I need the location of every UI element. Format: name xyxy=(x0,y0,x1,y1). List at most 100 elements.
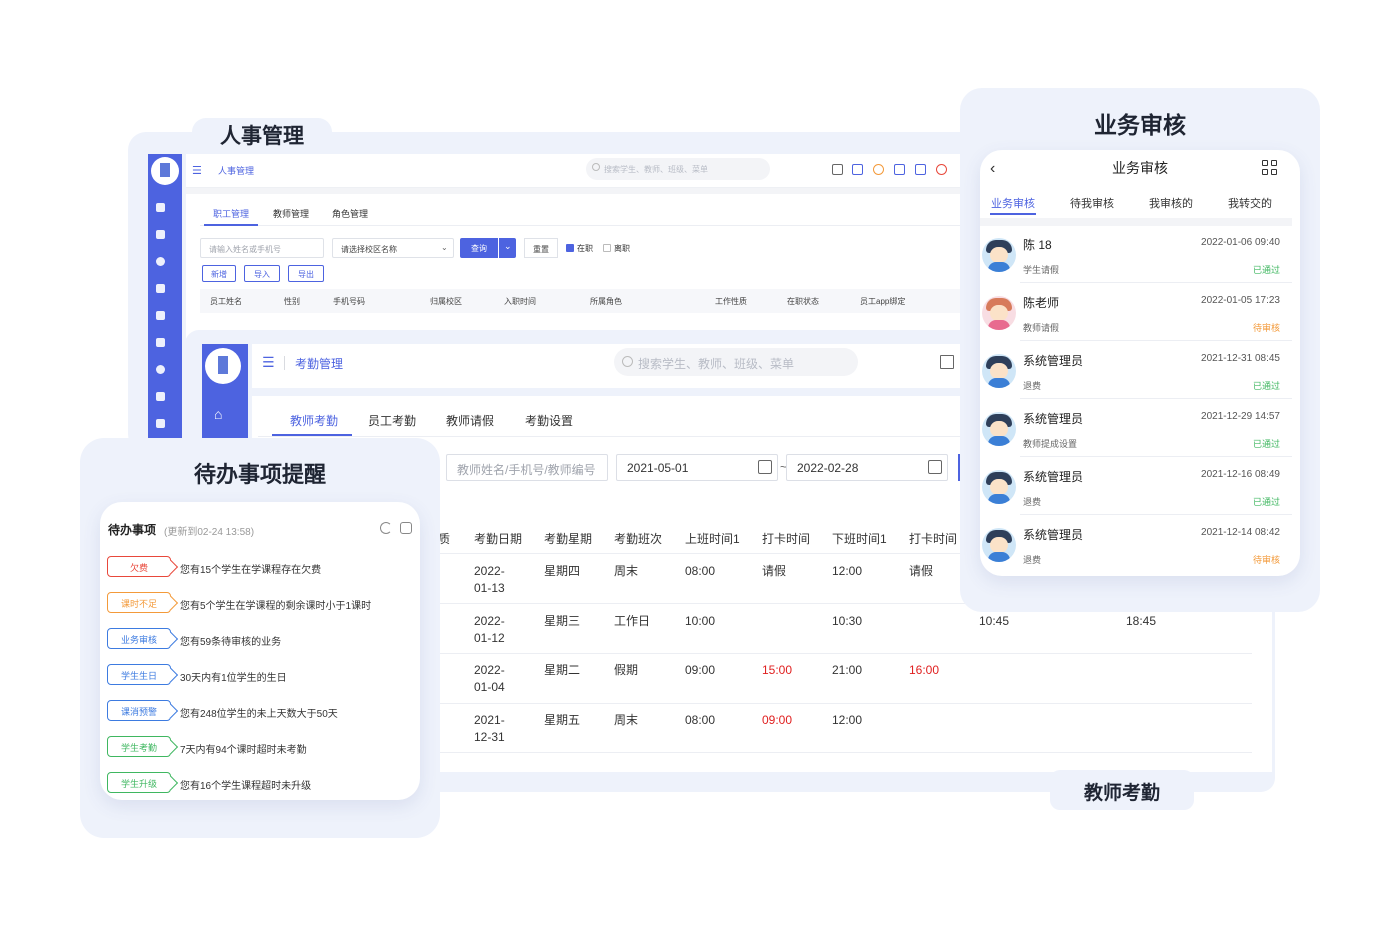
grid-menu-icon[interactable] xyxy=(1271,169,1277,175)
employed-checkbox[interactable] xyxy=(566,244,574,252)
clock-icon[interactable] xyxy=(156,257,165,266)
chart-icon[interactable] xyxy=(156,365,165,374)
end-date-input[interactable]: 2022-02-28 xyxy=(786,454,948,481)
campus-select[interactable]: 请选择校区名称 xyxy=(332,238,454,258)
menu-toggle-icon[interactable]: ☰ xyxy=(262,354,275,371)
todo-tag[interactable]: 业务审核 xyxy=(107,628,171,649)
message-icon[interactable] xyxy=(915,164,926,175)
table-cell: 工作日 xyxy=(614,614,651,628)
start-date-input[interactable]: 2021-05-01 xyxy=(616,454,778,481)
fullscreen-icon[interactable] xyxy=(940,355,954,369)
todo-tag[interactable]: 学生生日 xyxy=(107,664,171,685)
settings-icon[interactable] xyxy=(156,419,165,428)
refresh-icon[interactable] xyxy=(380,522,392,534)
todo-tag[interactable]: 学生升级 xyxy=(107,772,171,793)
todo-item-text[interactable]: 30天内有1位学生的生日 xyxy=(180,669,287,684)
hr-search-input[interactable]: 搜索学生、教师、班级、菜单 xyxy=(586,158,770,180)
todo-item-text[interactable]: 您有16个学生课程超时未升级 xyxy=(180,777,311,792)
tab-teacher-leave[interactable]: 教师请假 xyxy=(446,412,494,429)
tab-pending-my-audit[interactable]: 待我审核 xyxy=(1070,195,1114,211)
todo-tag[interactable]: 课消预警 xyxy=(107,700,171,721)
add-button[interactable]: 新增 xyxy=(202,265,236,282)
calendar-icon[interactable] xyxy=(928,460,942,474)
todo-item-text[interactable]: 7天内有94个课时超时未考勤 xyxy=(180,741,307,756)
tab-business-audit[interactable]: 业务审核 xyxy=(991,195,1035,211)
table-row-line xyxy=(432,703,1252,704)
todo-item-text[interactable]: 您有248位学生的未上天数大于50天 xyxy=(180,705,338,720)
table-row-line xyxy=(432,653,1252,654)
import-button[interactable]: 导入 xyxy=(244,265,280,282)
boy-avatar xyxy=(982,412,1016,446)
table-cell: 周末 xyxy=(614,713,639,727)
query-dropdown-button[interactable]: ⌄ xyxy=(499,238,516,258)
users-icon[interactable] xyxy=(156,230,165,239)
audit-divider xyxy=(980,218,1292,226)
tab-teacher-attendance[interactable]: 教师考勤 xyxy=(290,412,338,429)
tab-attendance-settings[interactable]: 考勤设置 xyxy=(525,412,573,429)
menu-toggle-icon[interactable]: ☰ xyxy=(192,164,202,177)
audit-applicant-name[interactable]: 系统管理员 xyxy=(1023,468,1083,485)
audit-business-type: 退费 xyxy=(1023,497,1042,507)
audit-business-type: 退费 xyxy=(1023,381,1042,391)
attendance-active-tab-indicator xyxy=(272,434,352,436)
home-icon[interactable]: ⌂ xyxy=(214,406,222,422)
attendance-search-input[interactable]: 搜索学生、教师、班级、菜单 xyxy=(614,348,858,376)
fullscreen-icon[interactable] xyxy=(832,164,843,175)
todo-tag[interactable]: 课时不足 xyxy=(107,592,171,613)
clipboard-icon[interactable] xyxy=(156,284,165,293)
qrcode-icon[interactable] xyxy=(894,164,905,175)
calendar-icon[interactable] xyxy=(758,460,772,474)
table-cell: 2022- 01-12 xyxy=(474,613,505,647)
book-icon[interactable] xyxy=(156,338,165,347)
grid-menu-icon[interactable] xyxy=(1262,169,1268,175)
todo-section-title: 待办事项提醒 xyxy=(193,462,326,487)
tab-audited-by-me[interactable]: 我审核的 xyxy=(1149,195,1193,211)
tab-staff[interactable]: 职工管理 xyxy=(213,207,249,220)
lock-icon[interactable] xyxy=(852,164,863,175)
reset-button[interactable]: 重置 xyxy=(524,238,558,258)
chevron-down-icon: ⌄ xyxy=(504,241,512,251)
audit-applicant-name[interactable]: 陈老师 xyxy=(1023,294,1059,311)
tab-staff-attendance[interactable]: 员工考勤 xyxy=(368,412,416,429)
table-cell: 10:45 xyxy=(979,614,1010,628)
table-cell: 12:00 xyxy=(832,564,863,578)
todo-item-text[interactable]: 您有15个学生在学课程存在欠费 xyxy=(180,561,321,576)
audit-business-type: 教师请假 xyxy=(1023,323,1060,333)
column-header: 打卡时间 xyxy=(909,532,958,546)
todo-tag[interactable]: 欠费 xyxy=(107,556,171,577)
todo-tag[interactable]: 学生考勤 xyxy=(107,736,171,757)
table-cell: 假期 xyxy=(614,663,639,677)
hr-active-tab-indicator xyxy=(204,224,258,226)
column-header: 入职时间 xyxy=(504,297,536,306)
todo-item-text[interactable]: 您有59条待审核的业务 xyxy=(180,633,281,648)
column-header: 在职状态 xyxy=(787,297,819,306)
grid-menu-icon[interactable] xyxy=(1271,160,1277,166)
home-icon[interactable] xyxy=(156,203,165,212)
query-button[interactable]: 查询 xyxy=(460,238,498,258)
left-checkbox[interactable] xyxy=(603,244,611,252)
audit-applicant-name[interactable]: 系统管理员 xyxy=(1023,352,1083,369)
list-divider xyxy=(1020,456,1292,457)
tab-transferred-by-me[interactable]: 我转交的 xyxy=(1228,195,1272,211)
calendar-icon[interactable] xyxy=(156,311,165,320)
audit-applicant-name[interactable]: 陈 18 xyxy=(1023,236,1052,253)
teacher-search-input[interactable]: 教师姓名/手机号/教师编号 xyxy=(446,454,608,481)
name-phone-input[interactable]: 请输入姓名或手机号 xyxy=(200,238,324,258)
tab-roles[interactable]: 角色管理 xyxy=(332,207,368,220)
date-year: 2021- xyxy=(474,713,505,727)
help-icon[interactable] xyxy=(936,164,947,175)
table-cell: 12:00 xyxy=(832,713,863,727)
date-day: 12-31 xyxy=(474,730,505,744)
gear-icon[interactable] xyxy=(400,522,412,534)
table-cell: 21:00 xyxy=(832,663,863,677)
tab-teachers[interactable]: 教师管理 xyxy=(273,207,309,220)
export-button[interactable]: 导出 xyxy=(288,265,324,282)
audit-timestamp: 2021-12-14 08:42 xyxy=(1201,527,1280,538)
audit-applicant-name[interactable]: 系统管理员 xyxy=(1023,526,1083,543)
todo-item-text[interactable]: 您有5个学生在学课程的剩余课时小于1课时 xyxy=(180,597,371,612)
monitor-icon[interactable] xyxy=(156,392,165,401)
teacher-attendance-caption: 教师考勤 xyxy=(1083,783,1160,804)
badge-icon[interactable] xyxy=(873,164,884,175)
audit-applicant-name[interactable]: 系统管理员 xyxy=(1023,410,1083,427)
grid-menu-icon[interactable] xyxy=(1262,160,1268,166)
